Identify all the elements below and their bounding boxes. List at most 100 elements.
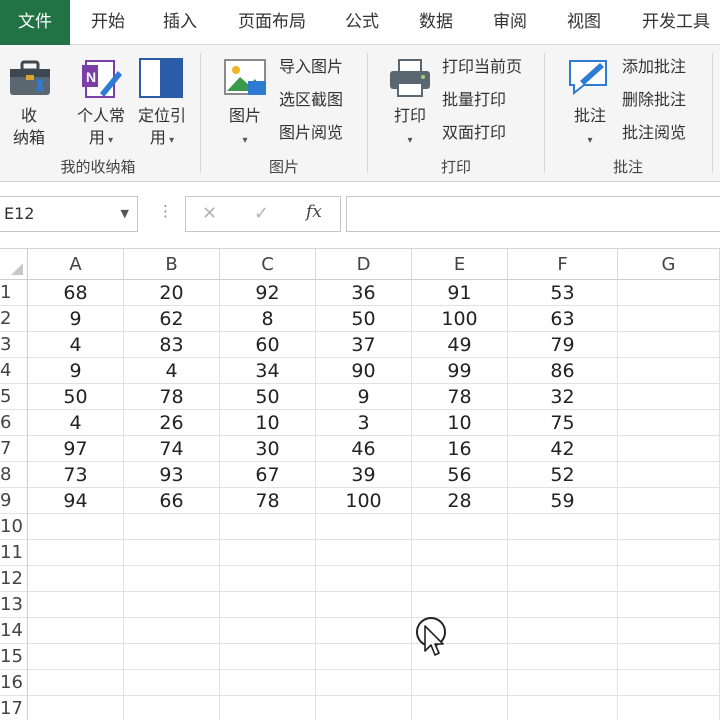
cell-e7[interactable]: 16 [412, 436, 508, 462]
cell-g1[interactable] [618, 280, 720, 306]
cell-g9[interactable] [618, 488, 720, 514]
cell-g6[interactable] [618, 410, 720, 436]
cell-g5[interactable] [618, 384, 720, 410]
cell-g3[interactable] [618, 332, 720, 358]
cell-d6[interactable]: 3 [316, 410, 412, 436]
row-header-3[interactable]: 3 [0, 332, 28, 358]
cell-c7[interactable]: 30 [220, 436, 316, 462]
row-header-9[interactable]: 9 [0, 488, 28, 514]
column-header-e[interactable]: E [412, 249, 508, 280]
cell-d1[interactable]: 36 [316, 280, 412, 306]
cell-f17[interactable] [508, 696, 618, 720]
delete-comment-button[interactable]: 删除批注 [622, 87, 686, 113]
cell-g8[interactable] [618, 462, 720, 488]
locate-reference-button[interactable]: 定位引 用 ▾ [134, 53, 190, 153]
cell-e5[interactable]: 78 [412, 384, 508, 410]
drag-handle-icon[interactable]: ⋮ [158, 202, 173, 220]
cell-f13[interactable] [508, 592, 618, 618]
import-picture-button[interactable]: 导入图片 [279, 54, 343, 80]
cell-a13[interactable] [28, 592, 124, 618]
cell-b13[interactable] [124, 592, 220, 618]
cell-d7[interactable]: 46 [316, 436, 412, 462]
cell-a16[interactable] [28, 670, 124, 696]
cell-b11[interactable] [124, 540, 220, 566]
cell-b8[interactable]: 93 [124, 462, 220, 488]
cell-b10[interactable] [124, 514, 220, 540]
cell-c16[interactable] [220, 670, 316, 696]
cell-e16[interactable] [412, 670, 508, 696]
cell-b16[interactable] [124, 670, 220, 696]
cell-c6[interactable]: 10 [220, 410, 316, 436]
cell-d13[interactable] [316, 592, 412, 618]
cell-c12[interactable] [220, 566, 316, 592]
row-header-12[interactable]: 12 [0, 566, 28, 592]
cell-g10[interactable] [618, 514, 720, 540]
comment-button[interactable]: 批注 ▾ [562, 53, 618, 153]
tab-developer[interactable]: 开发工具 [632, 0, 720, 45]
cell-d17[interactable] [316, 696, 412, 720]
cell-a5[interactable]: 50 [28, 384, 124, 410]
cancel-icon[interactable]: ✕ [202, 203, 217, 224]
cell-f1[interactable]: 53 [508, 280, 618, 306]
cell-a8[interactable]: 73 [28, 462, 124, 488]
cell-c17[interactable] [220, 696, 316, 720]
cell-a15[interactable] [28, 644, 124, 670]
print-button[interactable]: 打印 ▾ [384, 53, 436, 153]
cell-g15[interactable] [618, 644, 720, 670]
row-header-17[interactable]: 17 [0, 696, 28, 720]
cell-g17[interactable] [618, 696, 720, 720]
cell-b12[interactable] [124, 566, 220, 592]
cell-e11[interactable] [412, 540, 508, 566]
batch-print-button[interactable]: 批量打印 [442, 87, 506, 113]
cell-a10[interactable] [28, 514, 124, 540]
cell-d14[interactable] [316, 618, 412, 644]
cell-e17[interactable] [412, 696, 508, 720]
cell-d2[interactable]: 50 [316, 306, 412, 332]
cell-e1[interactable]: 91 [412, 280, 508, 306]
column-header-d[interactable]: D [316, 249, 412, 280]
cell-c8[interactable]: 67 [220, 462, 316, 488]
tab-review[interactable]: 审阅 [482, 0, 538, 45]
cell-d5[interactable]: 9 [316, 384, 412, 410]
row-header-4[interactable]: 4 [0, 358, 28, 384]
cell-g7[interactable] [618, 436, 720, 462]
cell-c13[interactable] [220, 592, 316, 618]
cell-f10[interactable] [508, 514, 618, 540]
cell-c11[interactable] [220, 540, 316, 566]
cell-d8[interactable]: 39 [316, 462, 412, 488]
cell-e10[interactable] [412, 514, 508, 540]
cell-f16[interactable] [508, 670, 618, 696]
cell-g2[interactable] [618, 306, 720, 332]
row-header-5[interactable]: 5 [0, 384, 28, 410]
tab-view[interactable]: 视图 [556, 0, 612, 45]
row-header-14[interactable]: 14 [0, 618, 28, 644]
column-header-a[interactable]: A [28, 249, 124, 280]
row-header-8[interactable]: 8 [0, 462, 28, 488]
name-box[interactable]: E12 ▼ [0, 196, 138, 232]
chevron-down-icon[interactable]: ▼ [121, 207, 129, 220]
personal-common-button[interactable]: N 个人常 用 ▾ [70, 53, 132, 153]
cell-b15[interactable] [124, 644, 220, 670]
column-header-c[interactable]: C [220, 249, 316, 280]
cell-f8[interactable]: 52 [508, 462, 618, 488]
cell-g14[interactable] [618, 618, 720, 644]
cell-f12[interactable] [508, 566, 618, 592]
cell-f15[interactable] [508, 644, 618, 670]
cell-c14[interactable] [220, 618, 316, 644]
tab-home[interactable]: 开始 [80, 0, 136, 45]
cell-d9[interactable]: 100 [316, 488, 412, 514]
cell-a3[interactable]: 4 [28, 332, 124, 358]
cell-a4[interactable]: 9 [28, 358, 124, 384]
cell-b14[interactable] [124, 618, 220, 644]
cell-b5[interactable]: 78 [124, 384, 220, 410]
cell-g4[interactable] [618, 358, 720, 384]
insert-function-icon[interactable]: fx [306, 202, 322, 222]
row-header-1[interactable]: 1 [0, 280, 28, 306]
cell-b6[interactable]: 26 [124, 410, 220, 436]
tab-formulas[interactable]: 公式 [334, 0, 390, 45]
cell-f5[interactable]: 32 [508, 384, 618, 410]
cell-d10[interactable] [316, 514, 412, 540]
cell-d12[interactable] [316, 566, 412, 592]
formula-input[interactable] [346, 196, 720, 232]
cell-f7[interactable]: 42 [508, 436, 618, 462]
